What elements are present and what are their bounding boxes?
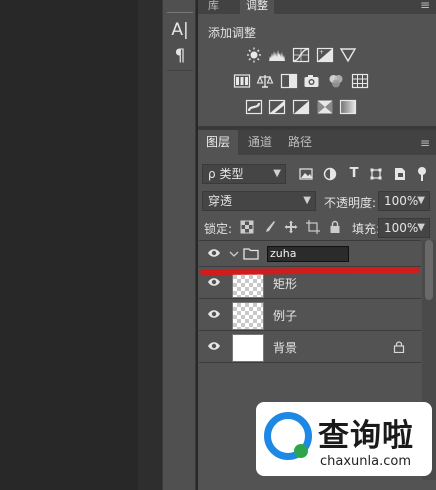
layer-list: zuha 矩形 例子 背景 (199, 240, 421, 390)
fill-value: 100% (384, 221, 419, 235)
smart-object-filter-icon[interactable] (392, 166, 408, 182)
gradient-map-icon[interactable] (339, 99, 357, 115)
chevron-down-icon: ▼ (273, 168, 281, 179)
layers-footer (198, 480, 436, 490)
color-lookup-icon[interactable] (351, 73, 369, 89)
logo-dot (294, 444, 308, 458)
visibility-eye-icon[interactable] (207, 247, 221, 259)
layer-name-input[interactable]: zuha (267, 246, 349, 262)
vibrance-icon[interactable] (339, 47, 357, 63)
visibility-eye-icon[interactable] (207, 276, 221, 288)
curves-icon[interactable] (292, 47, 310, 63)
tab-adjustments[interactable]: 调整 (240, 0, 274, 14)
adjustments-menu-icon[interactable]: ≡ (420, 0, 430, 11)
search-icon: ρ (208, 167, 216, 181)
layer-thumbnail (232, 302, 264, 330)
hue-saturation-icon[interactable] (233, 73, 251, 89)
lock-artboard-icon[interactable] (306, 220, 320, 234)
brightness-icon[interactable] (245, 47, 263, 63)
tab-libraries[interactable]: 库 (202, 0, 225, 14)
photo-filter-icon[interactable] (303, 73, 321, 89)
color-balance-icon[interactable] (256, 73, 274, 89)
opacity-value: 100% (384, 194, 419, 208)
watermark-url: chaxunla.com (320, 454, 411, 469)
invert-icon[interactable] (245, 99, 263, 115)
lock-transparency-icon[interactable] (240, 220, 254, 234)
tab-paths[interactable]: 路径 (280, 130, 320, 155)
filter-type-label: 类型 (219, 167, 244, 181)
chevron-down-icon: ▼ (417, 222, 425, 233)
strip-divider (167, 12, 193, 13)
lock-position-icon[interactable] (284, 220, 298, 234)
paragraph-panel-button[interactable]: ¶ (169, 46, 191, 66)
threshold-icon[interactable] (292, 99, 310, 115)
layer-filter-select[interactable]: ρ 类型 ▼ (202, 164, 286, 184)
tab-channels[interactable]: 通道 (240, 130, 280, 155)
layer-name: 背景 (273, 341, 298, 355)
image-filter-icon[interactable] (298, 166, 314, 182)
blend-mode-select[interactable]: 穿透 ▼ (202, 191, 316, 211)
visibility-eye-icon[interactable] (207, 340, 221, 352)
channel-mixer-icon[interactable] (327, 73, 345, 89)
chevron-down-icon[interactable] (229, 249, 239, 259)
type-filter-icon[interactable]: T (346, 166, 362, 182)
dock-divider (138, 0, 162, 490)
levels-icon[interactable] (268, 47, 286, 63)
lock-pixels-icon[interactable] (262, 220, 276, 234)
character-panel-button[interactable]: A| (169, 20, 191, 40)
scrollbar-thumb[interactable] (425, 240, 433, 300)
layer-thumbnail (232, 334, 264, 362)
layer-name: 矩形 (273, 277, 298, 291)
fill-label: 填充: (352, 222, 381, 236)
layer-name: 例子 (273, 309, 298, 323)
selective-color-icon[interactable] (316, 99, 334, 115)
document-canvas-area (0, 0, 138, 490)
layer-row-group[interactable]: zuha (199, 241, 421, 267)
exposure-icon[interactable]: + (316, 47, 334, 63)
posterize-icon[interactable] (268, 99, 286, 115)
opacity-label: 不透明度: (324, 196, 377, 210)
adjustments-tab-bar: 库 调整 ≡ (198, 0, 436, 14)
opacity-input[interactable]: 100% ▼ (378, 191, 430, 211)
layer-lock-icon (393, 341, 405, 353)
visibility-eye-icon[interactable] (207, 308, 221, 320)
strip-divider-2 (167, 70, 193, 71)
lock-all-icon[interactable] (328, 220, 342, 234)
layer-row-background[interactable]: 背景 (199, 331, 421, 363)
svg-text:+: + (319, 49, 324, 56)
watermark-title: 查询啦 (318, 418, 414, 454)
blend-mode-value: 穿透 (208, 194, 233, 208)
fill-input[interactable]: 100% ▼ (378, 218, 430, 238)
lock-label: 锁定: (204, 222, 233, 236)
adjustment-filter-icon[interactable] (322, 166, 338, 182)
watermark-logo: 查询啦 chaxunla.com (256, 402, 432, 476)
tab-layers[interactable]: 图层 (198, 130, 239, 155)
filter-toggle-icon[interactable] (414, 166, 430, 182)
chevron-down-icon: ▼ (417, 195, 425, 206)
collapsed-panel-strip: A| ¶ (162, 0, 196, 490)
adjustments-title: 添加调整 (208, 26, 257, 40)
chevron-down-icon: ▼ (303, 195, 311, 206)
layer-row[interactable]: 例子 (199, 299, 421, 331)
layers-menu-icon[interactable]: ≡ (420, 137, 430, 149)
folder-icon (243, 248, 259, 260)
black-white-icon[interactable] (280, 73, 298, 89)
shape-filter-icon[interactable] (368, 166, 384, 182)
layers-tab-bar: 图层 通道 路径 ≡ (198, 130, 436, 155)
